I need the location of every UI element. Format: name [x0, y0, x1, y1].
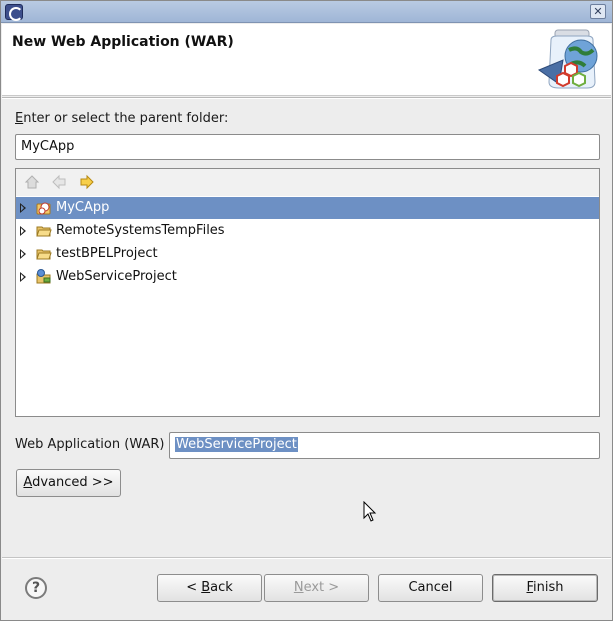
forward-arrow-icon[interactable] [78, 173, 96, 191]
wizard-header: New Web Application (WAR) [2, 24, 611, 96]
war-name-input[interactable]: WebServiceProject [169, 432, 600, 459]
tree-item-label: RemoteSystemsTempFiles [56, 223, 225, 238]
title-bar[interactable]: ✕ [1, 1, 612, 23]
close-icon: ✕ [593, 5, 603, 18]
home-icon[interactable] [23, 173, 41, 191]
tree-item-webserviceproject[interactable]: WebServiceProject [16, 266, 599, 288]
expand-icon[interactable] [20, 249, 26, 259]
help-icon: ? [31, 580, 41, 596]
war-name-label: Web Application (WAR) [15, 437, 165, 452]
capp-project-icon [36, 202, 51, 215]
tree-item-label: MyCApp [56, 200, 110, 215]
project-tree[interactable]: MyCApp RemoteSystemsTempFiles testBPELPr… [15, 168, 600, 417]
tree-item-mycapp[interactable]: MyCApp [16, 197, 599, 219]
parent-folder-input[interactable]: MyCApp [15, 134, 600, 160]
back-button[interactable]: < Back [157, 574, 262, 602]
header-separator [2, 97, 611, 99]
next-button[interactable]: Next > [264, 574, 369, 602]
expand-icon[interactable] [20, 272, 26, 282]
web-service-project-icon [36, 269, 51, 284]
back-arrow-icon[interactable] [50, 173, 68, 191]
parent-folder-label: Enter or select the parent folder: [15, 111, 229, 126]
close-button[interactable]: ✕ [590, 4, 606, 19]
button-bar-separator [2, 557, 611, 559]
tree-item-label: testBPELProject [56, 246, 158, 261]
tree-item-testbpelproject[interactable]: testBPELProject [16, 243, 599, 265]
finish-button[interactable]: Finish [492, 574, 598, 602]
open-folder-icon [36, 249, 52, 260]
dialog-window: ✕ New Web Application (WAR) Enter or sel… [0, 0, 613, 621]
cancel-button[interactable]: Cancel [378, 574, 483, 602]
mouse-pointer-icon [363, 501, 377, 522]
eclipse-app-icon [5, 4, 23, 21]
war-name-value: WebServiceProject [175, 437, 298, 452]
tree-item-remotesystemstempfiles[interactable]: RemoteSystemsTempFiles [16, 220, 599, 242]
page-title: New Web Application (WAR) [12, 34, 234, 50]
open-folder-icon [36, 226, 52, 237]
advanced-button[interactable]: Advanced >> [16, 469, 121, 497]
tree-toolbar [16, 169, 599, 196]
help-button[interactable]: ? [25, 577, 47, 599]
tree-item-label: WebServiceProject [56, 269, 177, 284]
expand-icon[interactable] [20, 226, 26, 236]
wizard-banner-icon [537, 29, 598, 89]
expand-icon[interactable] [20, 203, 26, 213]
